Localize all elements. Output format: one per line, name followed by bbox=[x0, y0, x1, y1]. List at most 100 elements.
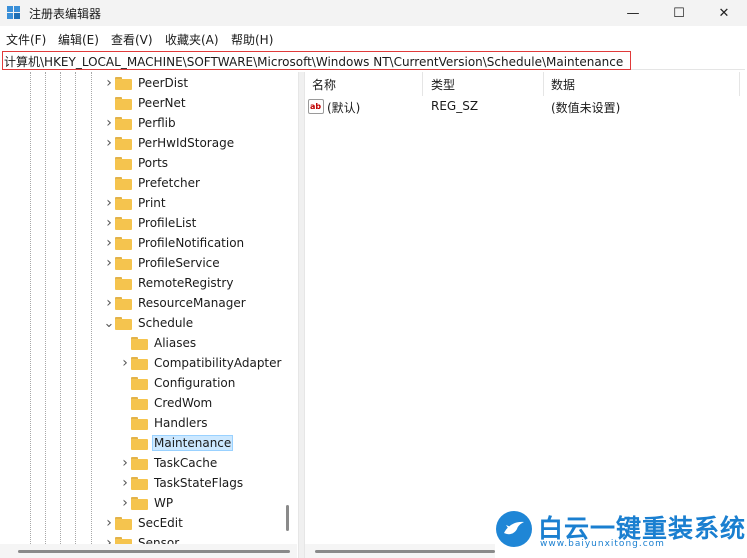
tree-guide-line bbox=[45, 72, 46, 544]
minimize-button[interactable]: — bbox=[610, 0, 656, 26]
tree-item[interactable]: CredWom bbox=[119, 393, 214, 413]
tree-item[interactable]: PeerNet bbox=[103, 93, 188, 113]
tree-item[interactable]: › ResourceManager bbox=[103, 293, 248, 313]
chevron-right-icon[interactable]: › bbox=[103, 513, 115, 533]
tree-item-label[interactable]: ProfileList bbox=[136, 215, 198, 231]
registry-tree[interactable]: › PeerDist PeerNet › Perflib › PerHwIdStorage P… bbox=[0, 72, 297, 544]
tree-item[interactable]: Handlers bbox=[119, 413, 210, 433]
tree-item[interactable]: › ProfileList bbox=[103, 213, 198, 233]
value-data: (数值未设置) bbox=[551, 101, 621, 115]
tree-item-label[interactable]: ProfileNotification bbox=[136, 235, 246, 251]
tree-item-label[interactable]: Configuration bbox=[152, 375, 237, 391]
tree-item-label[interactable]: Maintenance bbox=[152, 435, 234, 451]
tree-item-label[interactable]: Aliases bbox=[152, 335, 198, 351]
tree-item-label[interactable]: ResourceManager bbox=[136, 295, 248, 311]
column-header-type[interactable]: 类型 bbox=[431, 72, 455, 96]
tree-item-label[interactable]: CredWom bbox=[152, 395, 214, 411]
tree-item-label[interactable]: PeerNet bbox=[136, 95, 188, 111]
tree-item-label[interactable]: Print bbox=[136, 195, 168, 211]
tree-item-label[interactable]: TaskStateFlags bbox=[152, 475, 245, 491]
folder-icon bbox=[115, 296, 132, 310]
folder-icon bbox=[115, 176, 132, 190]
watermark-logo: 白云一键重装系统 www.baiyunxitong.com bbox=[496, 509, 747, 558]
column-separator[interactable] bbox=[422, 72, 423, 96]
tree-item-label[interactable]: WP bbox=[152, 495, 175, 511]
tree-item[interactable]: Aliases bbox=[119, 333, 198, 353]
address-path[interactable]: 计算机\HKEY_LOCAL_MACHINE\SOFTWARE\Microsof… bbox=[4, 53, 623, 70]
tree-item-label[interactable]: ProfileService bbox=[136, 255, 222, 271]
column-separator[interactable] bbox=[543, 72, 544, 96]
title-bar: 注册表编辑器 — ☐ ✕ bbox=[0, 0, 747, 26]
folder-icon bbox=[115, 196, 132, 210]
regedit-icon bbox=[7, 6, 20, 19]
list-horizontal-scrollbar[interactable] bbox=[305, 544, 495, 558]
tree-item[interactable]: › ProfileNotification bbox=[103, 233, 246, 253]
chevron-right-icon[interactable]: › bbox=[119, 493, 131, 513]
tree-item-label[interactable]: Ports bbox=[136, 155, 170, 171]
tree-item[interactable]: RemoteRegistry bbox=[103, 273, 235, 293]
tree-item[interactable]: › PeerDist bbox=[103, 73, 190, 93]
column-header-name[interactable]: 名称 bbox=[312, 72, 336, 96]
tree-item[interactable]: Ports bbox=[103, 153, 170, 173]
tree-item-label[interactable]: PeerDist bbox=[136, 75, 190, 91]
column-header-data[interactable]: 数据 bbox=[551, 72, 575, 96]
tree-item[interactable]: › TaskStateFlags bbox=[119, 473, 245, 493]
chevron-right-icon[interactable]: › bbox=[103, 253, 115, 273]
tree-item-label[interactable]: PerHwIdStorage bbox=[136, 135, 236, 151]
tree-item[interactable]: › TaskCache bbox=[119, 453, 219, 473]
column-separator[interactable] bbox=[739, 72, 740, 96]
tree-item-label[interactable]: Prefetcher bbox=[136, 175, 202, 191]
tree-item[interactable]: Maintenance bbox=[119, 433, 234, 453]
chevron-right-icon[interactable]: › bbox=[119, 453, 131, 473]
tree-item[interactable]: Prefetcher bbox=[103, 173, 202, 193]
folder-icon bbox=[131, 476, 148, 490]
values-list[interactable]: 名称 类型 数据 ab (默认) REG_SZ (数值未设置) bbox=[305, 72, 747, 544]
maximize-button[interactable]: ☐ bbox=[656, 0, 702, 26]
list-hscroll-thumb[interactable] bbox=[315, 550, 495, 553]
tree-item[interactable]: › SecEdit bbox=[103, 513, 185, 533]
tree-horizontal-scrollbar[interactable] bbox=[0, 544, 297, 558]
address-bar-extension[interactable] bbox=[631, 52, 745, 70]
chevron-right-icon[interactable]: › bbox=[103, 73, 115, 93]
close-button[interactable]: ✕ bbox=[701, 0, 747, 26]
chevron-right-icon[interactable]: › bbox=[103, 293, 115, 313]
tree-item[interactable]: › PerHwIdStorage bbox=[103, 133, 236, 153]
chevron-right-icon[interactable]: › bbox=[103, 193, 115, 213]
chevron-right-icon[interactable]: › bbox=[119, 353, 131, 373]
tree-item-label[interactable]: SecEdit bbox=[136, 515, 185, 531]
chevron-down-icon[interactable]: ⌄ bbox=[103, 313, 115, 333]
tree-item-label[interactable]: Sensor bbox=[136, 535, 181, 544]
tree-item-label[interactable]: TaskCache bbox=[152, 455, 219, 471]
tree-hscroll-thumb[interactable] bbox=[18, 550, 290, 553]
tree-scrollbar-thumb[interactable] bbox=[286, 505, 289, 531]
tree-item-label[interactable]: RemoteRegistry bbox=[136, 275, 235, 291]
folder-icon bbox=[131, 416, 148, 430]
address-bar[interactable]: 计算机\HKEY_LOCAL_MACHINE\SOFTWARE\Microsof… bbox=[2, 51, 631, 70]
chevron-right-icon[interactable]: › bbox=[119, 473, 131, 493]
chevron-right-icon[interactable]: › bbox=[103, 113, 115, 133]
tree-item[interactable]: › CompatibilityAdapter bbox=[119, 353, 283, 373]
tree-item[interactable]: Configuration bbox=[119, 373, 237, 393]
tree-item-label[interactable]: Handlers bbox=[152, 415, 210, 431]
tree-item[interactable]: › Sensor bbox=[103, 533, 181, 544]
pane-splitter[interactable] bbox=[298, 72, 305, 558]
value-name[interactable]: (默认) bbox=[327, 99, 360, 116]
menu-file[interactable]: 文件(F) bbox=[6, 31, 46, 48]
folder-icon bbox=[115, 136, 132, 150]
chevron-right-icon[interactable]: › bbox=[103, 133, 115, 153]
tree-item-label[interactable]: CompatibilityAdapter bbox=[152, 355, 283, 371]
menu-view[interactable]: 查看(V) bbox=[111, 31, 153, 48]
chevron-right-icon[interactable]: › bbox=[103, 533, 115, 544]
menu-help[interactable]: 帮助(H) bbox=[231, 31, 273, 48]
tree-item[interactable]: › WP bbox=[119, 493, 175, 513]
tree-item[interactable]: › ProfileService bbox=[103, 253, 222, 273]
menu-edit[interactable]: 编辑(E) bbox=[58, 31, 99, 48]
menu-favorites[interactable]: 收藏夹(A) bbox=[165, 31, 219, 48]
tree-item[interactable]: ⌄ Schedule bbox=[103, 313, 195, 333]
tree-item-label[interactable]: Schedule bbox=[136, 315, 195, 331]
tree-item[interactable]: › Print bbox=[103, 193, 168, 213]
tree-item-label[interactable]: Perflib bbox=[136, 115, 178, 131]
chevron-right-icon[interactable]: › bbox=[103, 213, 115, 233]
tree-item[interactable]: › Perflib bbox=[103, 113, 178, 133]
chevron-right-icon[interactable]: › bbox=[103, 233, 115, 253]
